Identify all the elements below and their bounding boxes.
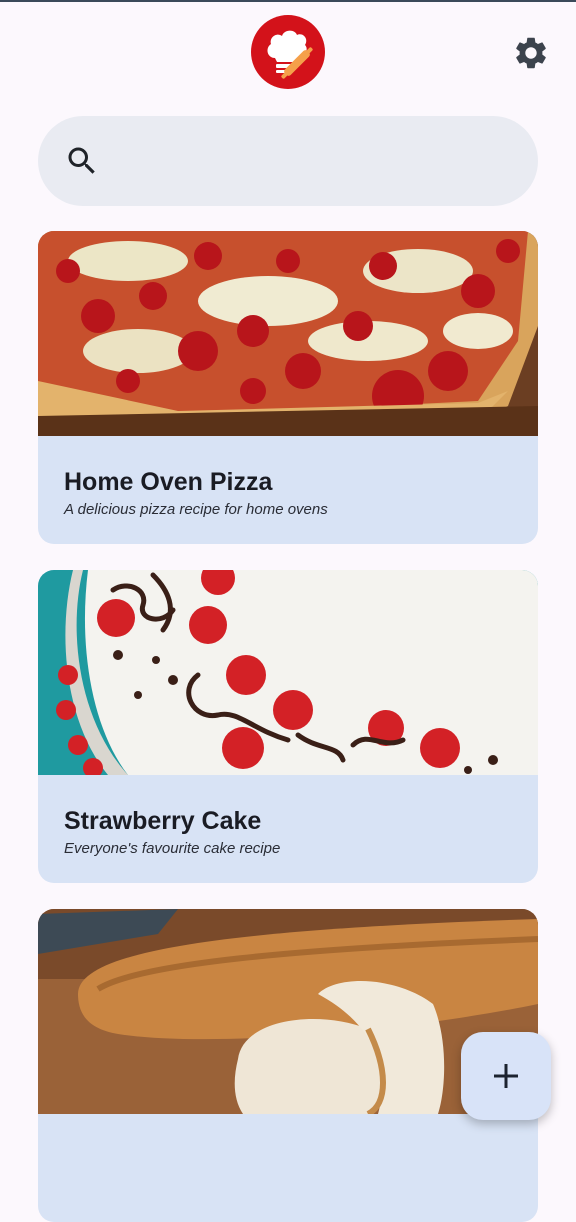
strawberry-cake-photo xyxy=(38,570,538,775)
chef-hat-rolling-pin-icon xyxy=(267,30,313,79)
app-header xyxy=(0,0,576,105)
recipe-card-body: Strawberry Cake Everyone's favourite cak… xyxy=(38,775,538,883)
search-input[interactable] xyxy=(38,116,538,206)
recipe-description: Everyone's favourite cake recipe xyxy=(64,840,281,857)
add-recipe-button[interactable] xyxy=(461,1032,551,1120)
settings-button[interactable] xyxy=(512,34,550,72)
recipe-title: Strawberry Cake xyxy=(64,807,262,835)
recipe-card-strawberry-cake[interactable]: Strawberry Cake Everyone's favourite cak… xyxy=(38,570,538,883)
recipe-title: Home Oven Pizza xyxy=(64,468,273,496)
recipe-card-pizza[interactable]: Home Oven Pizza A delicious pizza recipe… xyxy=(38,231,538,544)
recipe-description: A delicious pizza recipe for home ovens xyxy=(64,501,328,518)
plus-icon xyxy=(494,1064,518,1088)
app-logo xyxy=(251,15,325,89)
search-icon xyxy=(64,143,100,179)
recipe-card-body xyxy=(38,1114,538,1222)
recipe-card-body: Home Oven Pizza A delicious pizza recipe… xyxy=(38,436,538,544)
gear-icon xyxy=(516,37,546,69)
pizza-photo xyxy=(38,231,538,436)
